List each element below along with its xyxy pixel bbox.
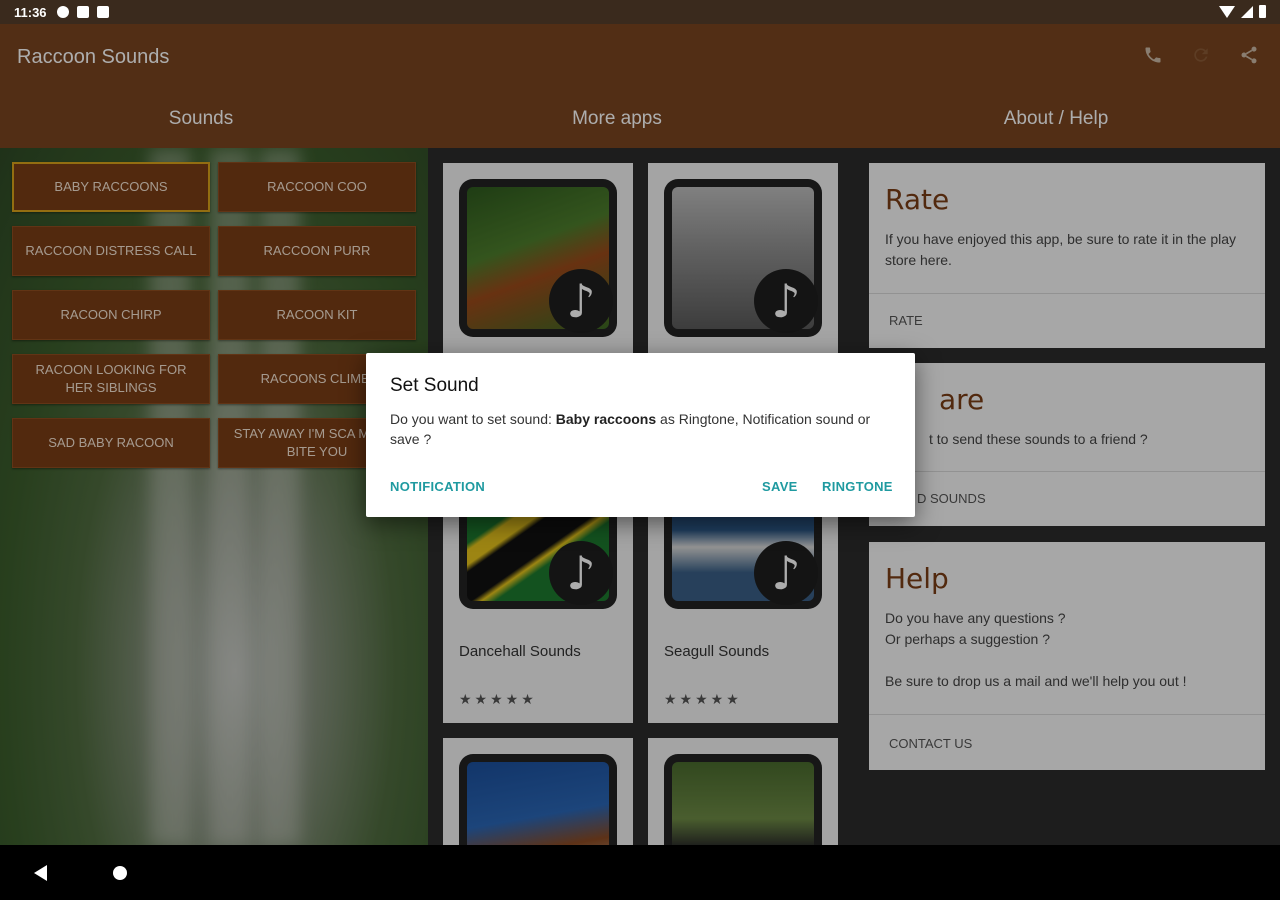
status-time: 11:36	[14, 4, 47, 20]
sd-card-status-icon	[96, 6, 109, 18]
status-right	[1219, 5, 1266, 18]
battery-icon	[1259, 5, 1266, 18]
dialog-title: Set Sound	[390, 375, 479, 396]
status-bar: 11:36	[0, 0, 1280, 24]
dialog-message-prefix: Do you want to set sound:	[390, 411, 556, 427]
dialog-message: Do you want to set sound: Baby raccoons …	[390, 409, 890, 449]
back-icon[interactable]	[34, 865, 47, 881]
save-button[interactable]: SAVE	[762, 479, 798, 494]
notification-button[interactable]: NOTIFICATION	[390, 479, 485, 494]
screen: 11:36 Raccoon Sounds Sounds More apps Ab…	[0, 0, 1280, 900]
ringtone-button[interactable]: RINGTONE	[822, 479, 893, 494]
notification-status-icon	[76, 6, 89, 18]
navigation-bar	[0, 845, 1280, 900]
settings-status-icon	[56, 6, 69, 18]
dialog-sound-name: Baby raccoons	[555, 411, 657, 427]
signal-icon	[1241, 5, 1253, 18]
wifi-icon	[1219, 5, 1235, 18]
set-sound-dialog: Set Sound Do you want to set sound: Baby…	[366, 353, 915, 517]
home-icon[interactable]	[113, 866, 127, 880]
